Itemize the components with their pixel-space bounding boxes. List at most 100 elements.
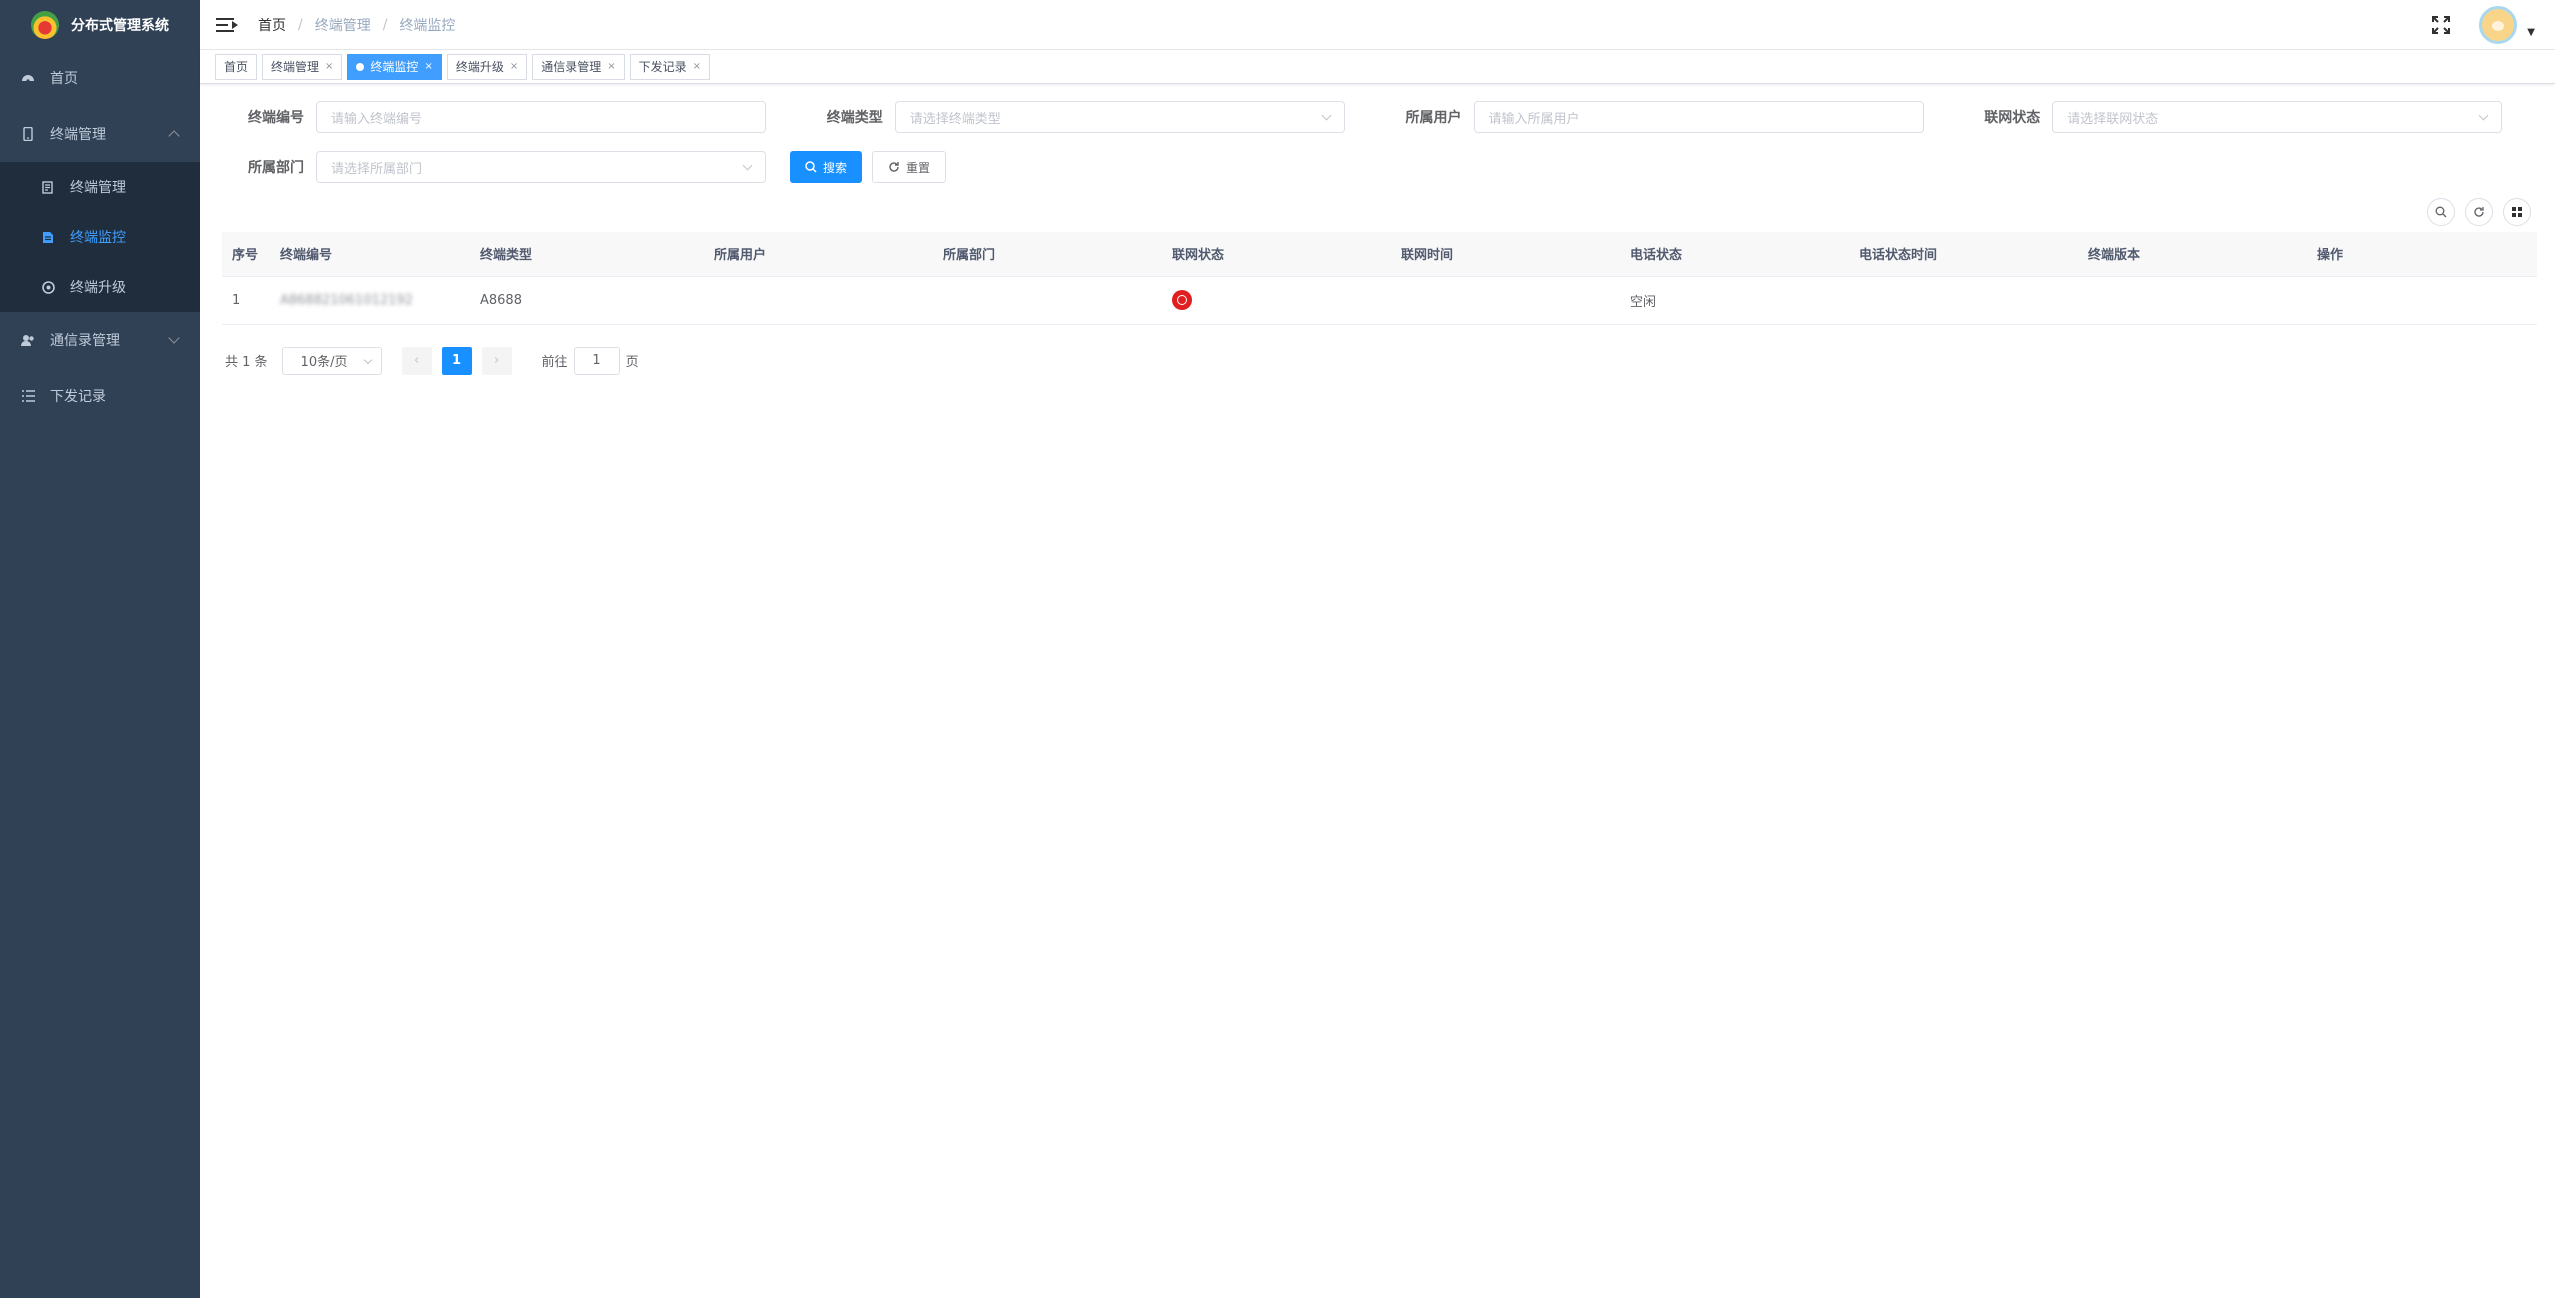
cell-actions <box>2307 276 2537 325</box>
search-form-row: 终端编号 请输入终端编号 终端类型 请选择终端类型 所属用户 请输入所属用户 联… <box>220 92 2535 142</box>
main-area: 首页 / 终端管理 / 终端监控 ▼ 首页 终端管理 × 终端监控 × 终端升级 × <box>200 0 2555 1298</box>
form-item-terminal-no: 终端编号 请输入终端编号 <box>220 101 799 133</box>
chevron-down-icon <box>1321 110 1332 121</box>
sidebar-item-label: 终端监控 <box>70 230 126 246</box>
tag-label: 首页 <box>224 59 249 74</box>
prev-page-button[interactable]: ‹ <box>401 346 432 375</box>
sidebar-item-label: 终端升级 <box>70 280 126 296</box>
table-header-row: 序号 终端编号 终端类型 所属用户 所属部门 联网状态 联网时间 电话状态 电话… <box>222 232 2537 277</box>
refresh-button[interactable] <box>2465 198 2493 226</box>
terminal-no-input[interactable]: 请输入终端编号 <box>316 101 766 133</box>
columns-button[interactable] <box>2503 198 2531 226</box>
column-header: 电话状态 <box>1620 232 1849 277</box>
goto-label: 前往 <box>541 355 568 370</box>
cell-index: 1 <box>222 276 270 325</box>
form-item-net-status: 联网状态 请选择联网状态 <box>1956 101 2535 133</box>
select-placeholder: 请选择所属部门 <box>331 161 423 177</box>
caret-down-icon[interactable]: ▼ <box>2527 27 2535 38</box>
chevron-down-icon <box>363 355 372 364</box>
toggle-search-button[interactable] <box>2427 198 2455 226</box>
close-icon[interactable]: × <box>424 55 432 79</box>
sidebar-item-label: 下发记录 <box>50 389 106 405</box>
chevron-down-icon <box>742 160 753 171</box>
chevron-up-icon <box>168 130 180 142</box>
page-number-current[interactable]: 1 <box>441 346 472 375</box>
fullscreen-icon[interactable] <box>2431 15 2451 35</box>
form-item-owner-user: 所属用户 请输入所属用户 <box>1378 101 1957 133</box>
sidebar-item-label: 通信录管理 <box>50 333 120 349</box>
column-header: 操作 <box>2307 232 2537 277</box>
reset-button-label: 重置 <box>906 160 931 175</box>
chevron-down-icon <box>2478 110 2489 121</box>
form-item-department: 所属部门 请选择所属部门 <box>220 151 766 183</box>
close-icon[interactable]: × <box>693 55 701 79</box>
sidebar-item-terminal-monitor[interactable]: 终端监控 <box>0 212 200 262</box>
close-icon[interactable]: × <box>607 55 615 79</box>
sidebar-item-label: 首页 <box>50 71 78 87</box>
reset-button[interactable]: 重置 <box>872 151 947 183</box>
sidebar-item-dispatch-records[interactable]: 下发记录 <box>0 368 200 424</box>
search-icon <box>2435 206 2447 218</box>
column-header: 所属用户 <box>704 232 933 277</box>
page-suffix: 页 <box>625 355 639 370</box>
hamburger-icon[interactable] <box>216 17 238 33</box>
table-row[interactable]: 1 A868821061012192 A8688 空闲 <box>222 276 2537 325</box>
goto-page-input[interactable]: 1 <box>573 346 620 375</box>
search-button[interactable]: 搜索 <box>790 151 863 183</box>
cell-phone-status: 空闲 <box>1620 276 1849 325</box>
page-size-value: 10条/页 <box>300 355 348 370</box>
sidebar-item-home[interactable]: 首页 <box>0 50 200 106</box>
tag-terminal-monitor[interactable]: 终端监控 × <box>347 53 442 80</box>
next-page-button[interactable]: › <box>481 346 512 375</box>
page-jumper: 前往 1 页 <box>541 346 639 375</box>
breadcrumb-item[interactable]: 终端管理 <box>315 15 371 35</box>
close-icon[interactable]: × <box>510 55 518 79</box>
avatar[interactable] <box>2479 6 2518 44</box>
search-form-row: 所属部门 请选择所属部门 搜索 重置 <box>220 142 2535 192</box>
department-select[interactable]: 请选择所属部门 <box>316 151 766 183</box>
chevron-down-icon <box>168 332 180 344</box>
list-icon <box>20 388 36 404</box>
terminal-type-select[interactable]: 请选择终端类型 <box>894 101 1345 133</box>
sidebar-item-contacts[interactable]: 通信录管理 <box>0 312 200 368</box>
owner-user-label: 所属用户 <box>1405 110 1462 126</box>
app-logo[interactable]: 分布式管理系统 <box>0 0 200 50</box>
app-container: 终端编号 请输入终端编号 终端类型 请选择终端类型 所属用户 请输入所属用户 联… <box>200 92 2555 377</box>
column-header: 终端版本 <box>2078 232 2307 277</box>
pagination: 共 1 条 10条/页 ‹ 1 › 前往 1 页 <box>225 345 2535 377</box>
column-header: 联网时间 <box>1391 232 1620 277</box>
tag-dispatch-records[interactable]: 下发记录 × <box>629 53 711 80</box>
table-toolbar <box>220 192 2535 232</box>
owner-user-input[interactable]: 请输入所属用户 <box>1473 101 1924 133</box>
dashboard-icon <box>20 70 36 86</box>
sidebar: 分布式管理系统 首页 终端管理 终端管理 终端监控 终端升级 通信录管理 下发记… <box>0 0 200 1298</box>
select-placeholder: 请选择终端类型 <box>909 111 1001 127</box>
tag-label: 终端升级 <box>455 59 504 74</box>
column-header: 联网状态 <box>1162 232 1391 277</box>
column-header: 所属部门 <box>933 232 1162 277</box>
tag-terminal-mgmt[interactable]: 终端管理 × <box>262 53 343 80</box>
tag-home[interactable]: 首页 <box>215 53 258 80</box>
tag-label: 通信录管理 <box>541 59 602 74</box>
sidebar-item-terminal-upgrade[interactable]: 终端升级 <box>0 262 200 312</box>
form-item-terminal-type: 终端类型 请选择终端类型 <box>799 101 1378 133</box>
sidebar-item-label: 终端管理 <box>70 180 126 196</box>
tag-contacts[interactable]: 通信录管理 × <box>532 53 625 80</box>
net-status-select[interactable]: 请选择联网状态 <box>2052 101 2503 133</box>
cell-net-time <box>1391 276 1620 325</box>
sidebar-item-terminal-mgmt[interactable]: 终端管理 <box>0 106 200 162</box>
cell-type: A8688 <box>470 276 704 325</box>
breadcrumb-item[interactable]: 首页 <box>258 15 286 35</box>
sidebar-item-terminal-list[interactable]: 终端管理 <box>0 162 200 212</box>
offline-status-icon <box>1172 290 1192 310</box>
terminal-no-label: 终端编号 <box>248 110 304 126</box>
cell-version <box>2078 276 2307 325</box>
close-icon[interactable]: × <box>325 55 333 79</box>
grid-icon <box>2512 207 2522 217</box>
contacts-icon <box>20 332 36 348</box>
tag-terminal-upgrade[interactable]: 终端升级 × <box>446 53 528 80</box>
logo-icon <box>31 11 59 39</box>
page-size-select[interactable]: 10条/页 <box>281 346 382 375</box>
department-label: 所属部门 <box>248 160 304 176</box>
tag-label: 下发记录 <box>638 59 687 74</box>
